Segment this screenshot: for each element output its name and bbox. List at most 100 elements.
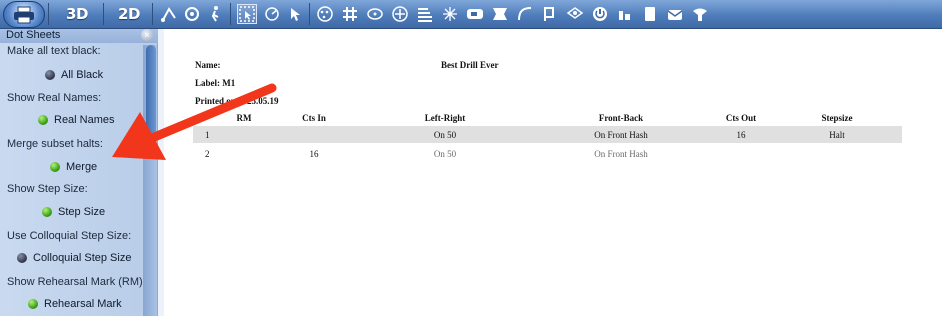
draw-path-icon xyxy=(161,7,176,22)
tools-button[interactable] xyxy=(614,2,636,26)
pointer-button[interactable] xyxy=(284,2,306,26)
front-back-cell: On Front Hash xyxy=(594,149,648,159)
burst-button[interactable] xyxy=(439,2,461,26)
keyboard-icon xyxy=(467,9,483,19)
merge-option-label: Merge xyxy=(66,161,98,173)
column-header-left-right: Left-Right xyxy=(424,113,466,123)
keyboard-button[interactable] xyxy=(464,2,486,26)
page-icon xyxy=(645,7,655,21)
drill-name: Best Drill Ever xyxy=(441,60,499,70)
select-box-icon xyxy=(237,4,257,24)
balloon-icon xyxy=(693,8,707,21)
flag-button[interactable] xyxy=(539,2,561,26)
reflect-button[interactable] xyxy=(389,2,411,26)
column-header-cts-out: Cts Out xyxy=(725,113,757,123)
draw-path-button[interactable] xyxy=(158,2,180,26)
close-icon[interactable]: × xyxy=(141,29,153,41)
rehearsal-mark-option-label: Rehearsal Mark xyxy=(44,298,122,310)
shape-tool-icon xyxy=(367,8,383,20)
radio-on-icon[interactable] xyxy=(42,207,52,217)
column-header-stepsize: Stepsize xyxy=(821,113,853,123)
left-right-cell: On 50 xyxy=(433,130,457,140)
pointer-icon xyxy=(291,8,300,21)
fold-button[interactable] xyxy=(489,2,511,26)
dot-sheets-panel: Dot Sheets × Make all text black: All Bl… xyxy=(0,29,158,316)
merge-option[interactable]: Merge xyxy=(50,161,97,173)
mailbox-button[interactable] xyxy=(664,2,686,26)
balloon-button[interactable] xyxy=(689,2,711,26)
view-3d-button[interactable]: 3D xyxy=(60,2,94,26)
black-text-label: Make all text black: xyxy=(7,45,101,57)
radar-icon xyxy=(265,7,279,21)
scrollbar-thumb[interactable] xyxy=(146,45,156,155)
radar-button[interactable] xyxy=(261,2,283,26)
rehearsal-mark-option[interactable]: Rehearsal Mark xyxy=(28,298,122,310)
text-align-button[interactable] xyxy=(414,2,436,26)
row-number: 2 xyxy=(205,149,210,159)
front-back-cell: On Front Hash xyxy=(594,130,648,140)
mailbox-icon xyxy=(667,10,683,20)
table-row xyxy=(193,144,902,161)
radio-on-icon[interactable] xyxy=(50,162,60,172)
toolbar-divider xyxy=(230,3,231,25)
panel-title: Dot Sheets xyxy=(6,29,61,41)
marcher-icon xyxy=(211,6,219,22)
colloquial-step-option[interactable]: Colloquial Step Size xyxy=(17,252,131,264)
grid-icon xyxy=(343,7,357,21)
radio-on-icon[interactable] xyxy=(28,299,38,309)
drill-label: Label: M1 xyxy=(195,78,236,88)
real-names-label: Show Real Names: xyxy=(7,92,102,104)
power-button[interactable] xyxy=(589,2,611,26)
step-size-option-label: Step Size xyxy=(58,206,106,218)
real-names-option[interactable]: Real Names xyxy=(38,114,115,126)
step-size-label: Show Step Size: xyxy=(7,183,88,195)
name-label: Name: xyxy=(195,60,221,70)
left-right-cell: On 50 xyxy=(433,149,457,159)
column-header-front-back: Front-Back xyxy=(598,113,644,123)
burst-icon xyxy=(443,7,457,21)
column-header-rm: RM xyxy=(236,113,252,123)
all-black-option[interactable]: All Black xyxy=(45,69,103,81)
radio-off-icon[interactable] xyxy=(17,253,27,263)
tools-icon xyxy=(619,11,630,20)
camera-button[interactable] xyxy=(181,2,203,26)
real-names-option-label: Real Names xyxy=(54,114,115,126)
view-2d-button[interactable]: 2D xyxy=(112,2,146,26)
copy-tool-button[interactable] xyxy=(314,2,336,26)
view-2d-label: 2D xyxy=(118,5,140,23)
select-box-button[interactable] xyxy=(236,2,258,26)
table-row xyxy=(193,126,902,143)
layers-icon xyxy=(566,7,584,19)
copy-tool-icon xyxy=(317,6,333,22)
radio-on-icon[interactable] xyxy=(38,115,48,125)
page-button[interactable] xyxy=(639,2,661,26)
view-3d-label: 3D xyxy=(66,5,88,23)
shape-tool-button[interactable] xyxy=(364,2,386,26)
curve-icon xyxy=(518,7,532,21)
row-number: 1 xyxy=(205,130,210,140)
document-gutter xyxy=(158,29,164,316)
fold-icon xyxy=(493,8,507,20)
flag-icon xyxy=(544,7,554,21)
stepsize-cell: Halt xyxy=(829,130,845,140)
print-button[interactable] xyxy=(3,1,45,28)
step-size-option[interactable]: Step Size xyxy=(42,206,105,218)
toolbar-divider xyxy=(152,3,153,25)
curve-button[interactable] xyxy=(514,2,536,26)
dot-sheet-document: Name: Best Drill Ever Label: M1 Printed … xyxy=(158,29,942,316)
colloquial-step-option-label: Colloquial Step Size xyxy=(33,252,132,264)
printer-icon xyxy=(14,6,34,23)
printed-date: Printed on 2025.05.19 xyxy=(195,96,279,106)
cts-out-cell: 16 xyxy=(736,130,746,140)
toolbar-divider xyxy=(48,3,49,25)
all-black-label: All Black xyxy=(61,69,104,81)
grid-button[interactable] xyxy=(339,2,361,26)
radio-off-icon[interactable] xyxy=(45,70,55,80)
power-icon xyxy=(593,7,607,21)
toolbar-divider xyxy=(103,3,104,25)
main-toolbar: 3D 2D xyxy=(0,0,942,29)
layers-button[interactable] xyxy=(564,2,586,26)
marcher-button[interactable] xyxy=(204,2,226,26)
reflect-icon xyxy=(392,6,408,22)
text-align-icon xyxy=(418,8,432,22)
